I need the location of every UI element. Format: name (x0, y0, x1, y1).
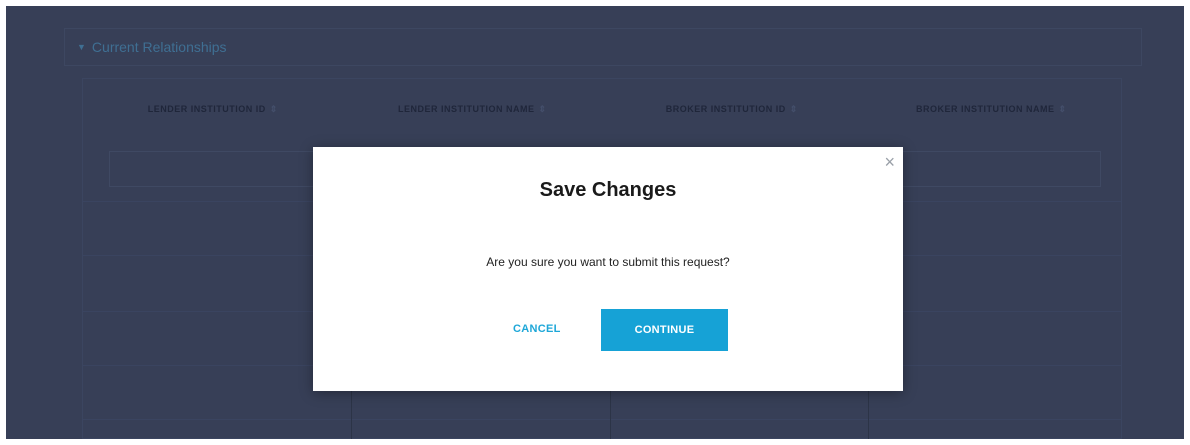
cancel-button[interactable]: CANCEL (513, 323, 561, 335)
column-header-label: BROKER INSTITUTION ID (665, 103, 786, 114)
sort-icon[interactable]: ⇕ (270, 104, 278, 114)
current-relationships-panel-header[interactable]: ▼ Current Relationships (64, 28, 1142, 66)
sort-icon[interactable]: ⇕ (1058, 104, 1066, 114)
column-header-lender-name[interactable]: LENDER INSTITUTION NAME ⇕ (343, 104, 603, 115)
dialog-title: Save Changes (539, 179, 677, 201)
sort-icon[interactable]: ⇕ (538, 104, 546, 114)
dialog-message: Are you sure you want to submit this req… (486, 255, 730, 269)
continue-button[interactable]: CONTINUE (601, 309, 728, 351)
column-header-broker-id[interactable]: BROKER INSTITUTION ID ⇕ (602, 104, 862, 115)
column-header-lender-id[interactable]: LENDER INSTITUTION ID ⇕ (83, 104, 343, 115)
column-header-label: LENDER INSTITUTION NAME (397, 103, 535, 114)
sort-icon[interactable]: ⇕ (790, 104, 798, 114)
section-title-wrap: ▼ Current Relationships (77, 39, 227, 55)
column-header-label: BROKER INSTITUTION NAME (915, 103, 1055, 114)
column-header-broker-name[interactable]: BROKER INSTITUTION NAME ⇕ (862, 104, 1122, 115)
row-divider (83, 419, 1121, 420)
column-header-label: LENDER INSTITUTION ID (147, 103, 266, 114)
app-backdrop: ▼ Current Relationships LENDER INSTITUTI… (6, 6, 1184, 439)
table-header-row: LENDER INSTITUTION ID ⇕ LENDER INSTITUTIO… (83, 79, 1121, 139)
save-changes-dialog: × Save Changes Are you sure you want to … (313, 147, 903, 391)
section-title: Current Relationships (91, 39, 227, 55)
close-icon[interactable]: × (884, 153, 895, 171)
caret-down-icon: ▼ (77, 42, 86, 52)
